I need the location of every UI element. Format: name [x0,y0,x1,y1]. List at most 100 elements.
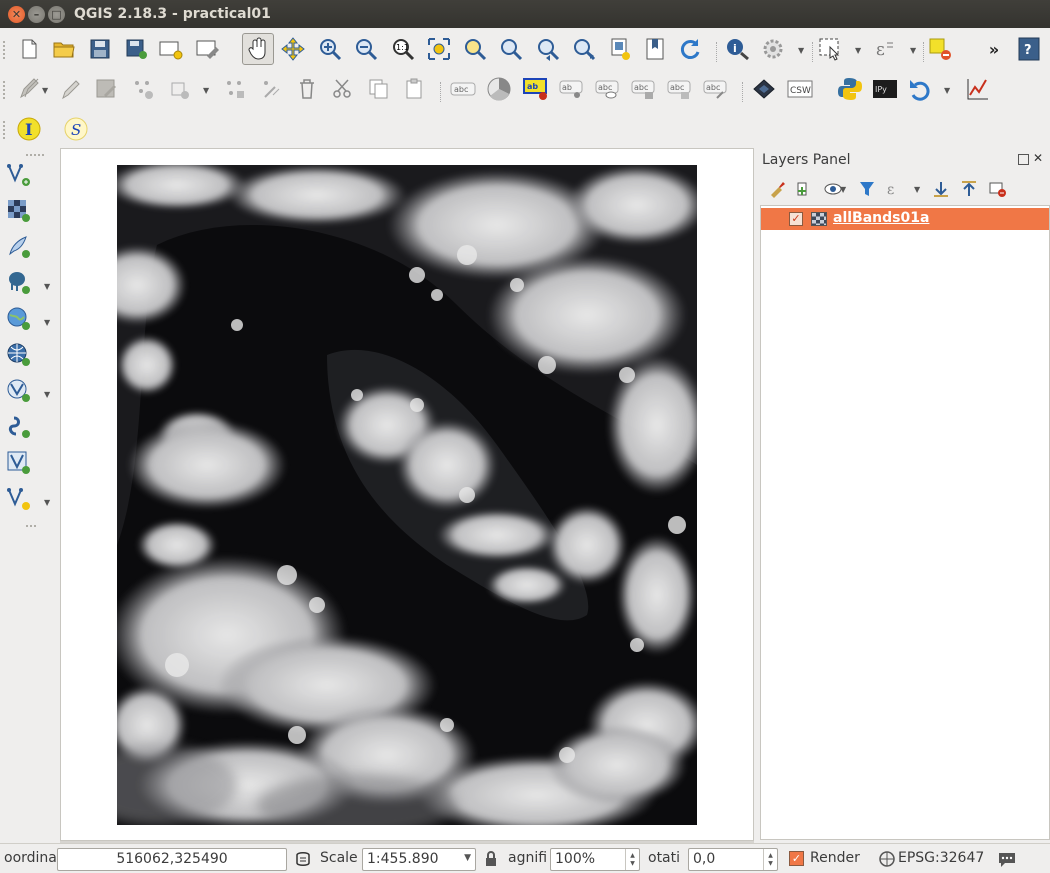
identify-icon[interactable]: i [725,36,751,62]
toolbar-grip[interactable] [3,121,7,139]
chevron-down-icon[interactable]: ▼ [44,318,50,327]
zoom-native-icon[interactable]: 1:1 [390,36,416,62]
refresh-icon[interactable] [677,36,703,62]
show-hide-labels-icon[interactable]: abc [595,76,621,102]
remove-layer-icon[interactable] [984,176,1010,202]
filter-legend-icon[interactable] [854,176,880,202]
composer-manager-icon[interactable] [195,36,221,62]
select-features-icon[interactable] [818,36,844,62]
filter-expression-icon[interactable]: ε [882,176,908,202]
copy-features-icon[interactable] [366,76,392,102]
new-shapefile-icon[interactable] [6,486,32,512]
rotate-label-icon[interactable]: abc [667,76,693,102]
chevron-down-icon[interactable]: ▼ [944,86,950,95]
chevron-down-icon[interactable]: ▼ [855,46,861,55]
maximize-window-button[interactable]: □ [48,6,65,23]
collapse-all-icon[interactable] [956,176,982,202]
minimize-window-button[interactable]: – [28,6,45,23]
chevron-down-icon[interactable]: ▼ [44,498,50,507]
layer-labeling-icon[interactable]: ab [523,76,549,102]
delete-features-icon[interactable] [294,76,320,102]
toolbar-grip[interactable] [3,81,7,99]
scale-combobox[interactable]: 1:455.890 ▼ [362,848,476,871]
change-label-icon[interactable]: abc [703,76,729,102]
zoom-to-layer-icon[interactable] [498,36,524,62]
pan-to-selection-icon[interactable] [280,36,306,62]
rotation-spinbox[interactable]: 0,0 ▲ ▼ [688,848,778,871]
style-manager-icon[interactable] [764,176,790,202]
layer-item-allbands01a[interactable]: ✓ allBands01a [761,208,1049,230]
move-feature-icon[interactable] [166,76,192,102]
run-action-icon[interactable] [761,36,787,62]
save-as-icon[interactable] [124,36,150,62]
float-panel-icon[interactable] [1018,154,1029,165]
lock-scale-icon[interactable] [478,846,504,872]
toolbar-grip[interactable] [26,154,44,158]
zoom-out-icon[interactable] [353,36,379,62]
zoom-in-icon[interactable] [317,36,343,62]
chevron-down-icon[interactable]: ▼ [203,86,209,95]
spin-buttons[interactable]: ▲ ▼ [763,849,777,870]
undo-icon[interactable] [907,76,933,102]
save-project-icon[interactable] [87,36,113,62]
add-spatialite-icon[interactable] [6,414,32,440]
zoom-to-selection-icon[interactable] [462,36,488,62]
spin-buttons[interactable]: ▲ ▼ [625,849,639,870]
add-wcs-icon[interactable] [6,342,32,368]
cut-features-icon[interactable] [330,76,356,102]
move-label-icon[interactable]: abc [631,76,657,102]
magnifier-spinbox[interactable]: 100% ▲ ▼ [550,848,640,871]
chevron-down-icon[interactable]: ▼ [910,46,916,55]
field-calculator-icon[interactable]: ε [873,36,899,62]
csw-icon[interactable]: CSW [787,76,813,102]
python-icon[interactable] [837,76,863,102]
add-raster-layer-icon[interactable] [6,198,32,224]
ipython-icon[interactable]: IPy [872,76,898,102]
raster-icon[interactable] [751,76,777,102]
open-project-icon[interactable] [51,36,77,62]
close-window-button[interactable]: ✕ [8,6,25,23]
new-project-icon[interactable] [16,36,42,62]
chevron-down-icon[interactable]: ▼ [44,282,50,291]
toggle-editing-icon[interactable] [57,76,83,102]
deselect-icon[interactable] [928,36,954,62]
chevron-down-icon[interactable]: ▼ [840,185,846,194]
add-wms-icon[interactable] [6,306,32,332]
render-checkbox[interactable]: ✓ [789,851,804,866]
info-plugin-icon[interactable]: I [16,116,42,142]
new-bookmark-icon[interactable] [642,36,668,62]
zoom-last-icon[interactable] [535,36,561,62]
chevron-down-icon[interactable]: ▼ [464,853,471,863]
crs-label[interactable]: EPSG:32647 [898,850,984,866]
paste-features-icon[interactable] [402,76,428,102]
label-icon[interactable]: abc [450,76,476,102]
script-icon[interactable]: S [63,116,89,142]
delete-selected-icon[interactable] [258,76,284,102]
coordinate-field[interactable]: 516062,325490 [57,848,287,871]
more-icon[interactable]: » [981,36,1007,62]
toolbar-grip[interactable] [3,41,7,59]
toolbar-grip[interactable] [26,525,36,529]
current-edits-icon[interactable] [16,76,42,102]
add-vector-layer-icon[interactable] [6,162,32,188]
add-group-icon[interactable] [790,176,816,202]
layer-visibility-checkbox[interactable]: ✓ [789,212,803,226]
chevron-down-icon[interactable]: ▼ [914,185,920,194]
expand-all-icon[interactable] [928,176,954,202]
new-map-view-icon[interactable] [607,36,633,62]
close-panel-icon[interactable]: ✕ [1033,151,1043,165]
crs-icon[interactable] [874,846,900,872]
chevron-down-icon[interactable]: ▼ [798,46,804,55]
chevron-down-icon[interactable]: ▼ [44,390,50,399]
add-virtual-layer-icon[interactable] [6,450,32,476]
pan-icon[interactable] [242,33,274,65]
profile-tool-icon[interactable] [965,76,991,102]
node-tool-icon[interactable] [222,76,248,102]
add-feature-icon[interactable] [130,76,156,102]
pin-labels-icon[interactable]: ab [559,76,585,102]
save-layer-edits-icon[interactable] [93,76,119,102]
zoom-next-icon[interactable] [571,36,597,62]
diagram-icon[interactable] [486,76,512,102]
toggle-extents-icon[interactable] [290,846,316,872]
map-canvas[interactable] [60,148,754,841]
